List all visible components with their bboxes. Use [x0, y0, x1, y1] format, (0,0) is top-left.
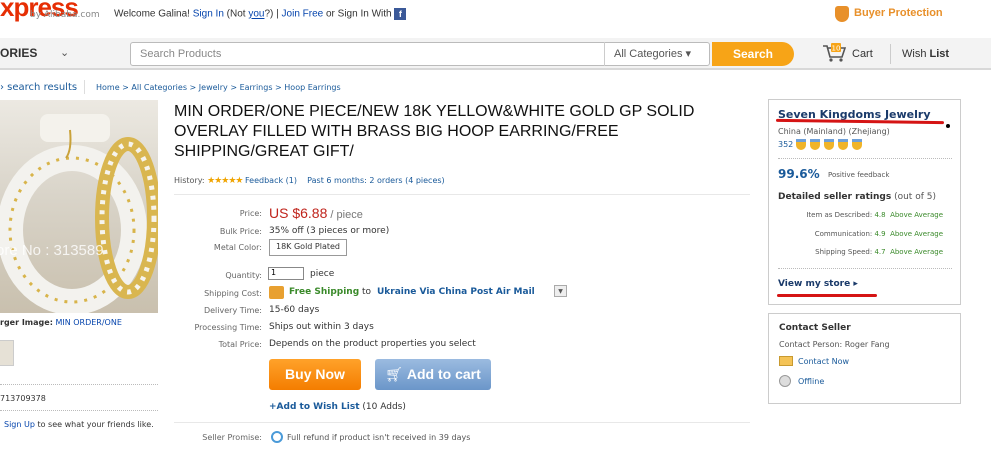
shipping-cost-label: Shipping Cost:	[204, 289, 262, 298]
rating-communication: Communication: 4.9 Above Average	[814, 230, 943, 238]
seller-score[interactable]: 352	[778, 140, 793, 149]
seller-promise-text: Full refund if product isn't received in…	[287, 433, 471, 442]
sign-in-link[interactable]: Sign In	[193, 9, 224, 20]
categories-menu[interactable]: ORIES	[0, 46, 37, 60]
add-to-wishlist-link[interactable]: +Add to Wish List	[269, 402, 360, 412]
medal-icon	[838, 139, 848, 150]
welcome-text: Welcome Galina!	[114, 8, 190, 20]
clock-icon	[271, 431, 283, 443]
social-signup-text: Sign Up to see what your friends like.	[4, 420, 154, 429]
quantity-input[interactable]: 1	[268, 267, 304, 280]
cart-count: 10	[832, 45, 841, 53]
metal-color-option[interactable]: 18K Gold Plated	[269, 239, 347, 256]
metal-color-label: Metal Color:	[213, 243, 262, 252]
wishlist-count: (10 Adds)	[359, 402, 406, 412]
gallery-divider-2	[0, 410, 158, 411]
feedback-link[interactable]: Feedback (1)	[245, 176, 297, 185]
rating-stars: ★★★★★	[207, 176, 243, 186]
price-value: US $6.88	[269, 205, 328, 221]
seller-divider	[778, 158, 952, 159]
processing-time-value: Ships out within 3 days	[269, 322, 374, 332]
product-id: 713709378	[0, 394, 46, 403]
search-button[interactable]: Search	[712, 42, 794, 66]
contact-now-link[interactable]: Contact Now	[798, 357, 849, 366]
welcome-bar: Welcome Galina! Sign In (Not you?) | Joi…	[114, 8, 407, 20]
positive-feedback-label: Positive feedback	[828, 171, 890, 179]
cart-icon: 🛒︎	[385, 366, 407, 382]
rating-shipping-speed: Shipping Speed: 4.7 Above Average	[815, 248, 943, 256]
history-row: History: ★★★★★ Feedback (1) Past 6 month…	[174, 176, 445, 186]
medal-icon	[796, 139, 806, 150]
chat-status-icon	[779, 375, 791, 387]
buy-now-button[interactable]: Buy Now	[269, 359, 361, 390]
delivery-time-label: Delivery Time:	[203, 306, 262, 315]
back-to-search-link[interactable]: › search results	[0, 82, 77, 93]
rating-item-described: Item as Described: 4.8 Above Average	[806, 211, 943, 219]
chevron-down-icon[interactable]: ▼	[554, 285, 567, 297]
past-orders-link[interactable]: Past 6 months: 2 orders (4 pieces)	[307, 176, 444, 185]
wish-list-link[interactable]: Wish List	[902, 48, 949, 60]
delivery-time-value: 15-60 days	[269, 305, 320, 315]
processing-time-label: Processing Time:	[194, 323, 262, 332]
bullet-mark	[946, 124, 950, 128]
bulk-price-value: 35% off (3 pieces or more)	[269, 226, 390, 236]
product-title: MIN ORDER/ONE PIECE/NEW 18K YELLOW&WHITE…	[174, 103, 695, 160]
add-to-cart-button[interactable]: 🛒︎ Add to cart	[375, 359, 491, 390]
image-watermark: ore No : 313589	[0, 242, 104, 259]
medal-icon	[824, 139, 834, 150]
price-row: US $6.88 / piece	[269, 205, 363, 221]
red-underline-annotation	[777, 294, 877, 297]
bulk-price-label: Bulk Price:	[219, 227, 262, 236]
buyer-protection-link[interactable]: Buyer Protection	[854, 7, 943, 19]
positive-feedback-percent: 99.6%	[778, 167, 820, 181]
medal-icon	[810, 139, 820, 150]
join-free-link[interactable]: Join Free	[282, 9, 324, 20]
cart-link[interactable]: Cart	[852, 48, 873, 60]
shipping-method-link[interactable]: Ukraine Via China Post Air Mail	[377, 287, 535, 297]
breadcrumb-divider	[84, 80, 85, 94]
view-store-link[interactable]: View my store ▸	[778, 279, 858, 289]
quantity-label: Quantity:	[225, 271, 262, 280]
contact-seller-title: Contact Seller	[779, 323, 851, 333]
hoop-earring-image	[0, 114, 158, 313]
shield-icon	[835, 6, 849, 22]
larger-image-link[interactable]: rger Image: MIN ORDER/ONE	[0, 318, 122, 327]
seller-promise-label: Seller Promise:	[202, 433, 262, 442]
chevron-down-icon[interactable]: ⌄	[60, 46, 69, 59]
promise-divider	[174, 422, 750, 423]
larger-image-title-link[interactable]: MIN ORDER/ONE	[55, 318, 121, 327]
offline-status: Offline	[798, 377, 825, 386]
product-image[interactable]: ore No : 313589	[0, 100, 158, 313]
facebook-icon[interactable]: f	[394, 8, 407, 20]
breadcrumb[interactable]: Home > All Categories > Jewelry > Earrin…	[96, 83, 341, 92]
total-price-value: Depends on the product properties you se…	[269, 339, 476, 349]
add-to-wishlist-row: +Add to Wish List (10 Adds)	[269, 402, 406, 412]
medal-icon	[852, 139, 862, 150]
not-prefix: (Not	[226, 8, 249, 20]
total-price-label: Total Price:	[218, 340, 262, 349]
price-unit: / piece	[327, 209, 363, 221]
logo-subtitle: by Alibaba.com	[30, 10, 100, 20]
cart-icon[interactable]: 10	[822, 43, 846, 63]
seller-divider-2	[778, 268, 952, 269]
details-divider	[174, 194, 750, 195]
truck-icon	[269, 286, 284, 299]
detailed-ratings-title: Detailed seller ratings (out of 5)	[778, 192, 936, 202]
sign-up-link[interactable]: Sign Up	[4, 420, 35, 429]
contact-person: Contact Person: Roger Fang	[779, 340, 890, 349]
not-suffix: ?) |	[264, 8, 279, 20]
free-shipping-text: Free Shipping	[289, 287, 360, 297]
mail-icon[interactable]	[779, 356, 793, 366]
nav-divider	[890, 44, 891, 64]
price-label: Price:	[239, 209, 262, 218]
search-placeholder: Search Products	[140, 48, 222, 60]
quantity-unit: piece	[310, 269, 335, 279]
or-sign-in-with-text: or Sign In With	[326, 8, 392, 20]
not-you-link[interactable]: you	[248, 9, 264, 20]
gallery-divider	[0, 384, 158, 385]
seller-location: China (Mainland) (Zhejiang)	[778, 127, 890, 136]
image-thumbnail[interactable]	[0, 340, 14, 366]
shipping-to-text: to	[362, 287, 372, 297]
category-select[interactable]: All Categories ▾	[604, 42, 712, 66]
